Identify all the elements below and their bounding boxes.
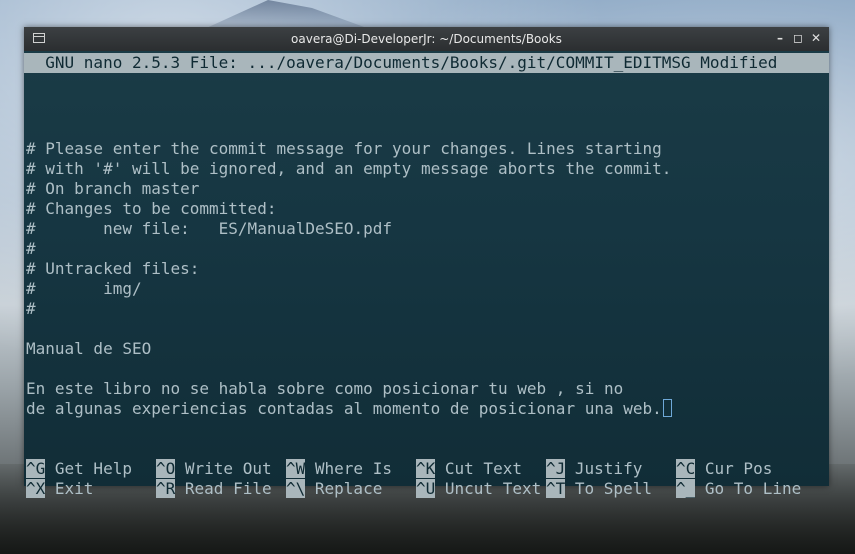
- shortcut-to-spell[interactable]: ^T To Spell: [546, 479, 652, 499]
- shortcut-label: Cur Pos: [695, 459, 773, 478]
- shortcut-uncut-text[interactable]: ^U Uncut Text: [416, 479, 541, 499]
- shortcut-key: ^X: [26, 479, 46, 498]
- minimize-button[interactable]: –: [773, 31, 787, 45]
- shortcut-key: ^T: [546, 479, 566, 498]
- shortcut-where-is[interactable]: ^W Where Is: [286, 459, 392, 479]
- editor-line[interactable]: #: [26, 239, 36, 259]
- shortcut-label: Exit: [45, 479, 94, 498]
- shortcut-key: ^R: [156, 479, 176, 498]
- shortcut-read-file[interactable]: ^R Read File: [156, 479, 272, 499]
- shortcut-label: Where Is: [305, 459, 392, 478]
- shortcut-label: Write Out: [175, 459, 272, 478]
- editor-line[interactable]: #: [26, 299, 36, 319]
- close-button[interactable]: ✕: [809, 31, 823, 45]
- terminal-area[interactable]: GNU nano 2.5.3 File: .../oavera/Document…: [24, 51, 829, 498]
- shortcut-label: Read File: [175, 479, 272, 498]
- shortcut-justify[interactable]: ^J Justify: [546, 459, 642, 479]
- shortcut-cut-text[interactable]: ^K Cut Text: [416, 459, 522, 479]
- nano-header-bar: GNU nano 2.5.3 File: .../oavera/Document…: [24, 53, 829, 73]
- text-cursor: [662, 399, 672, 417]
- editor-line[interactable]: # Changes to be committed:: [26, 199, 276, 219]
- maximize-button[interactable]: ◻: [791, 31, 805, 45]
- shortcut-key: ^U: [416, 479, 436, 498]
- shortcut-go-to-line[interactable]: ^_ Go To Line: [676, 479, 801, 499]
- window-title: oavera@Di-DeveloperJr: ~/Documents/Books: [291, 32, 562, 46]
- window-titlebar[interactable]: oavera@Di-DeveloperJr: ~/Documents/Books…: [24, 27, 829, 51]
- editor-line[interactable]: # with '#' will be ignored, and an empty…: [26, 159, 671, 179]
- shortcut-get-help[interactable]: ^G Get Help: [26, 459, 132, 479]
- shortcut-label: Uncut Text: [435, 479, 542, 498]
- shortcut-key: ^O: [156, 459, 176, 478]
- terminal-window[interactable]: oavera@Di-DeveloperJr: ~/Documents/Books…: [24, 27, 829, 498]
- editor-line[interactable]: Manual de SEO: [26, 339, 151, 359]
- shortcut-label: Go To Line: [695, 479, 802, 498]
- editor-line-text: de algunas experiencias contadas al mome…: [26, 399, 662, 418]
- shortcut-label: Replace: [305, 479, 383, 498]
- editor-line-current[interactable]: de algunas experiencias contadas al mome…: [26, 399, 672, 419]
- shortcut-key: ^_: [676, 479, 696, 498]
- shortcut-key: ^\: [286, 479, 306, 498]
- editor-line[interactable]: # Untracked files:: [26, 259, 199, 279]
- editor-line[interactable]: # new file: ES/ManualDeSEO.pdf: [26, 219, 392, 239]
- shortcut-write-out[interactable]: ^O Write Out: [156, 459, 272, 479]
- shortcut-exit[interactable]: ^X Exit: [26, 479, 93, 499]
- shortcut-cur-pos[interactable]: ^C Cur Pos: [676, 459, 772, 479]
- shortcut-key: ^C: [676, 459, 696, 478]
- editor-line[interactable]: # On branch master: [26, 179, 199, 199]
- shortcut-label: Get Help: [45, 459, 132, 478]
- shortcut-replace[interactable]: ^\ Replace: [286, 479, 382, 499]
- shortcut-label: Cut Text: [435, 459, 522, 478]
- shortcut-label: Justify: [565, 459, 643, 478]
- editor-line[interactable]: # img/: [26, 279, 142, 299]
- shortcut-key: ^W: [286, 459, 306, 478]
- shortcut-label: To Spell: [565, 479, 652, 498]
- shortcut-key: ^K: [416, 459, 436, 478]
- editor-line[interactable]: En este libro no se habla sobre como pos…: [26, 379, 623, 399]
- editor-line[interactable]: # Please enter the commit message for yo…: [26, 139, 662, 159]
- shortcut-key: ^J: [546, 459, 566, 478]
- shortcut-key: ^G: [26, 459, 46, 478]
